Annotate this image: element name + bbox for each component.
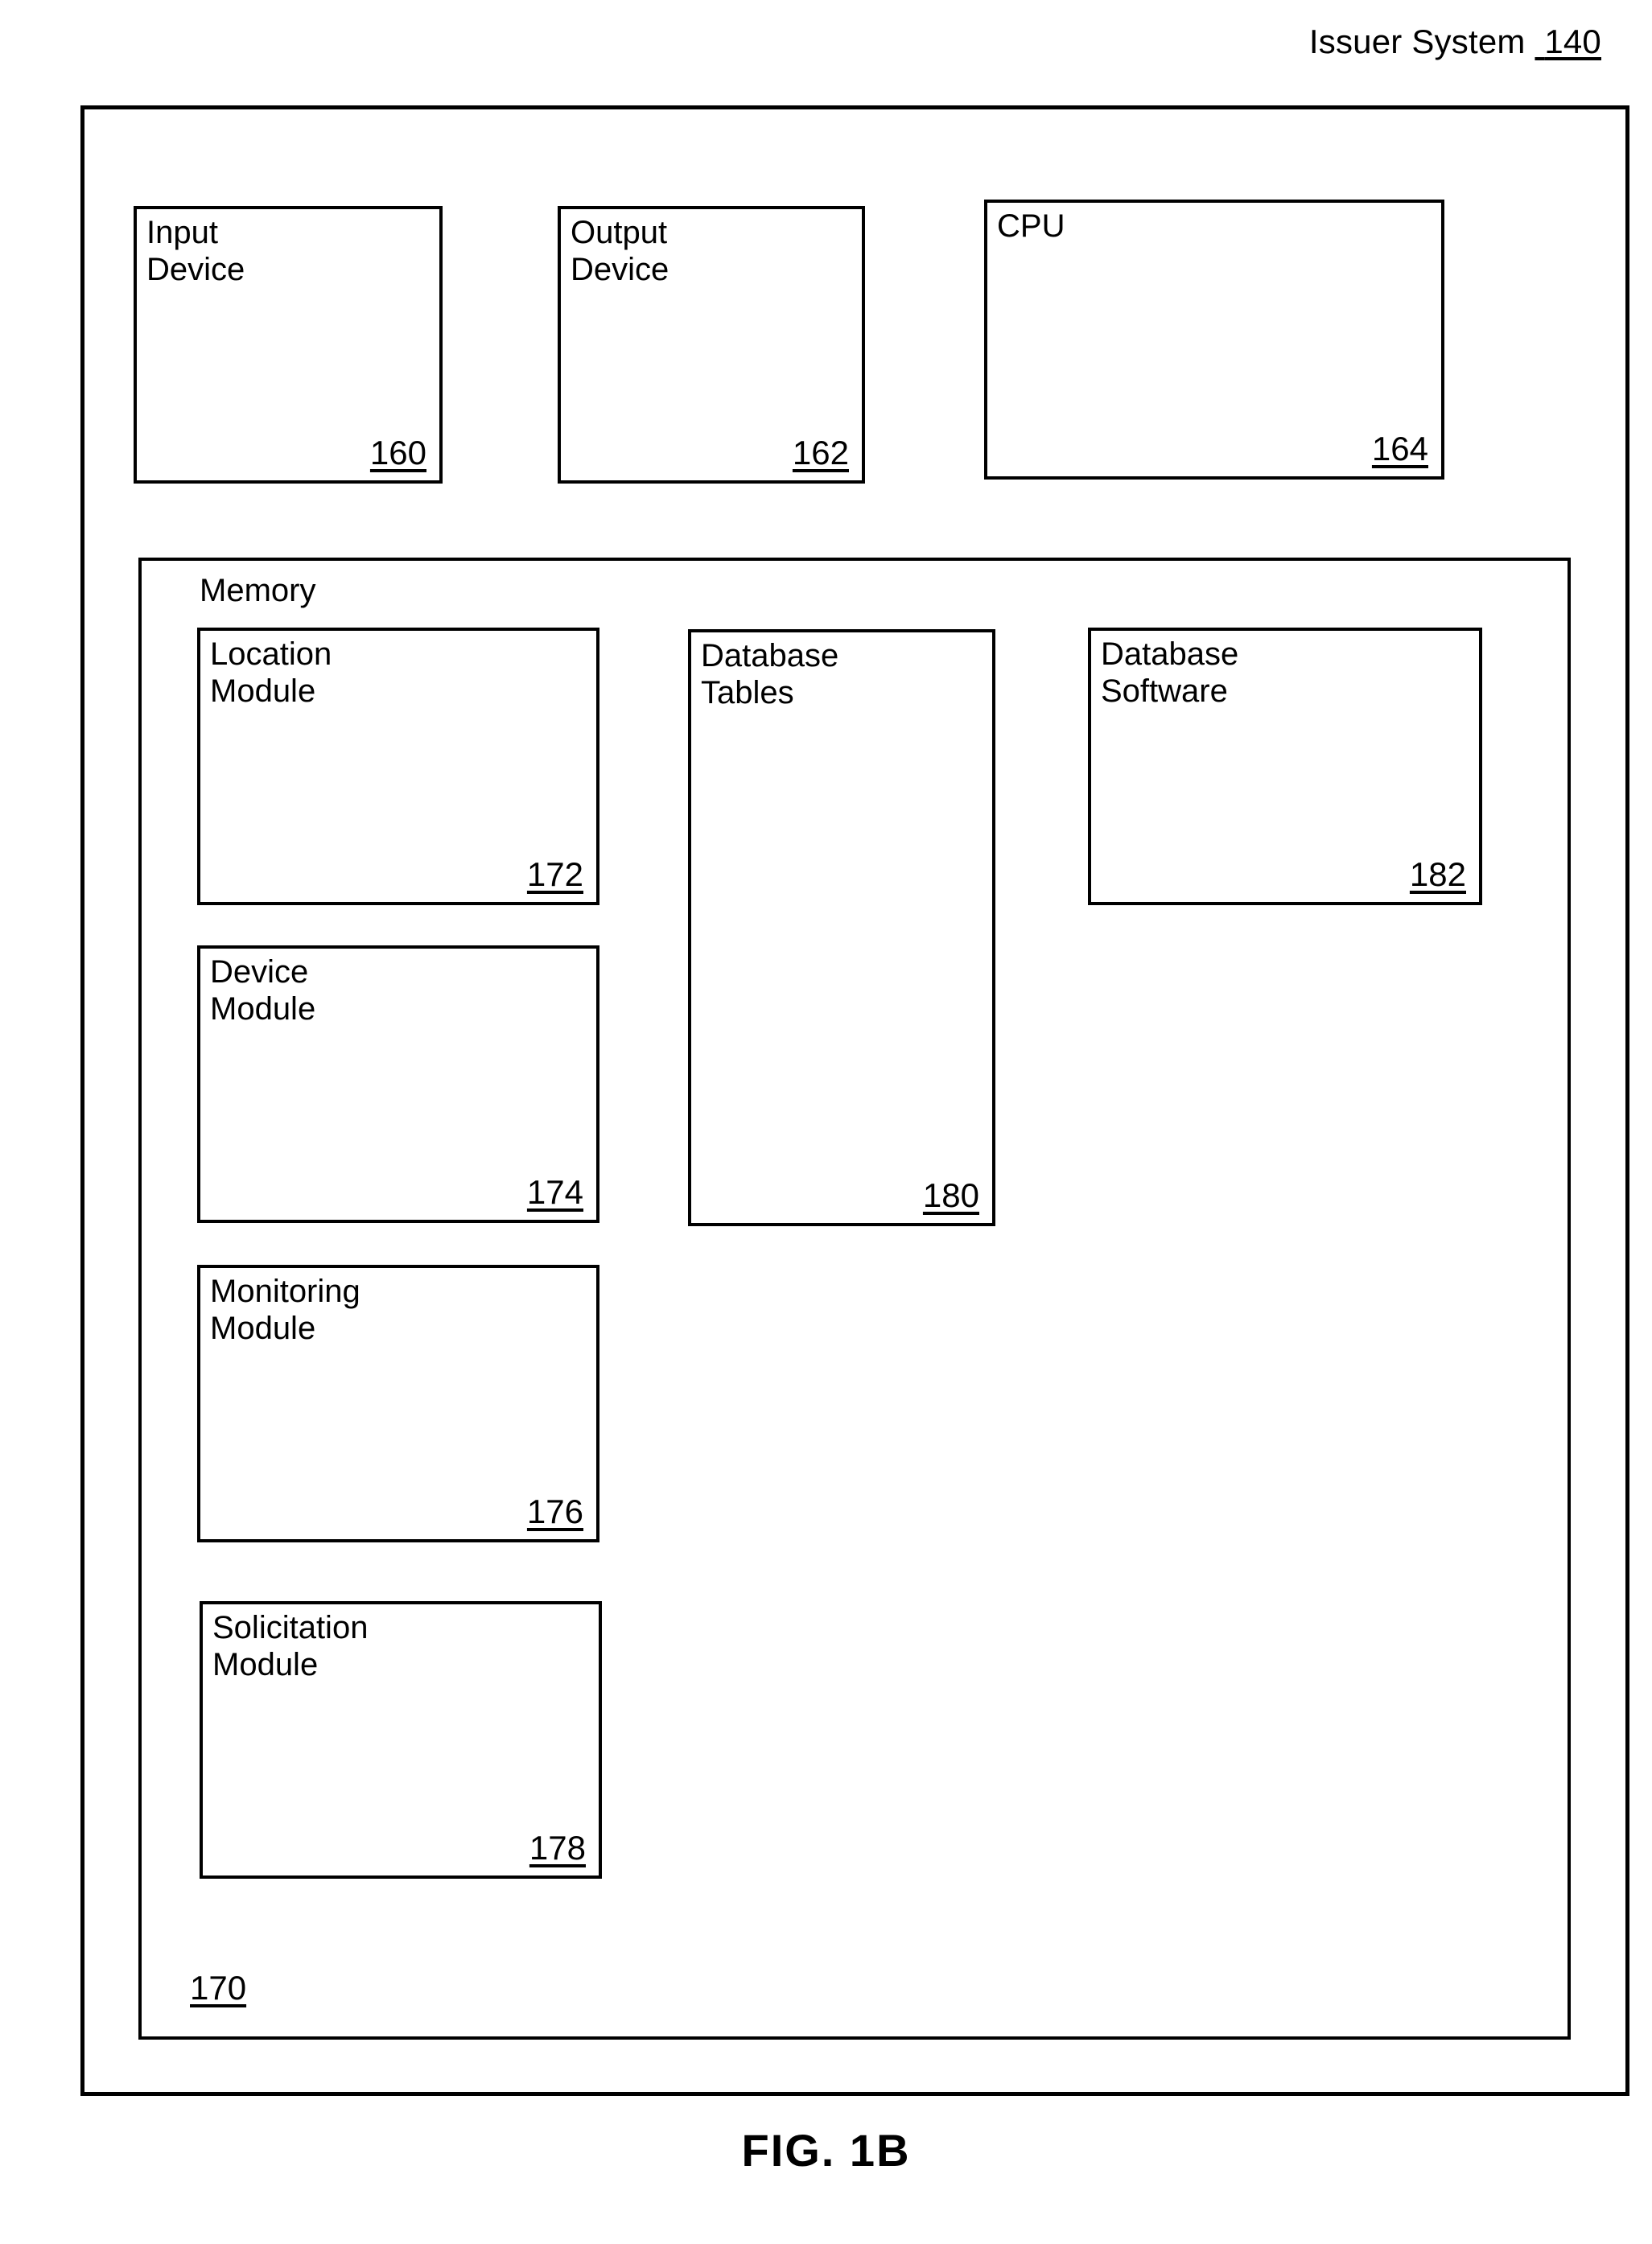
monitoring-module-reference-number: 176	[526, 1493, 583, 1530]
output-device-box: Output Device 162	[558, 206, 865, 484]
output-device-label: Output Device	[571, 215, 669, 287]
solicitation-module-label: Solicitation Module	[212, 1610, 369, 1682]
database-tables-box: Database Tables 180	[688, 629, 995, 1226]
database-tables-reference-number: 180	[922, 1176, 979, 1214]
monitoring-module-box: Monitoring Module 176	[197, 1265, 599, 1542]
issuer-system-reference-number: 140	[1544, 23, 1601, 60]
solicitation-module-box: Solicitation Module 178	[200, 1601, 602, 1879]
database-tables-label: Database Tables	[701, 638, 839, 710]
location-module-box: Location Module 172	[197, 628, 599, 905]
location-module-reference-number: 172	[526, 855, 583, 893]
input-device-box: Input Device 160	[134, 206, 443, 484]
device-module-box: Device Module 174	[197, 945, 599, 1223]
solicitation-module-reference-number: 178	[529, 1829, 586, 1867]
cpu-label: CPU	[997, 208, 1065, 244]
patent-figure-canvas: Issuer System 140 Input Device 160 Outpu…	[0, 0, 1652, 2244]
issuer-system-title: Issuer System 140	[1255, 23, 1601, 61]
cpu-reference-number: 164	[1371, 430, 1428, 467]
figure-caption: FIG. 1B	[741, 2125, 911, 2176]
memory-heading: Memory	[200, 573, 316, 608]
database-software-box: Database Software 182	[1088, 628, 1482, 905]
location-module-label: Location Module	[210, 636, 332, 709]
device-module-label: Device Module	[210, 954, 316, 1027]
cpu-box: CPU 164	[984, 200, 1444, 480]
output-device-reference-number: 162	[792, 434, 849, 471]
database-software-label: Database Software	[1101, 636, 1239, 709]
database-software-reference-number: 182	[1409, 855, 1466, 893]
monitoring-module-label: Monitoring Module	[210, 1274, 360, 1346]
device-module-reference-number: 174	[526, 1173, 583, 1211]
memory-reference-number: 170	[190, 1969, 247, 2007]
issuer-system-title-text: Issuer System	[1308, 23, 1526, 60]
input-device-reference-number: 160	[369, 434, 426, 471]
input-device-label: Input Device	[146, 215, 245, 287]
